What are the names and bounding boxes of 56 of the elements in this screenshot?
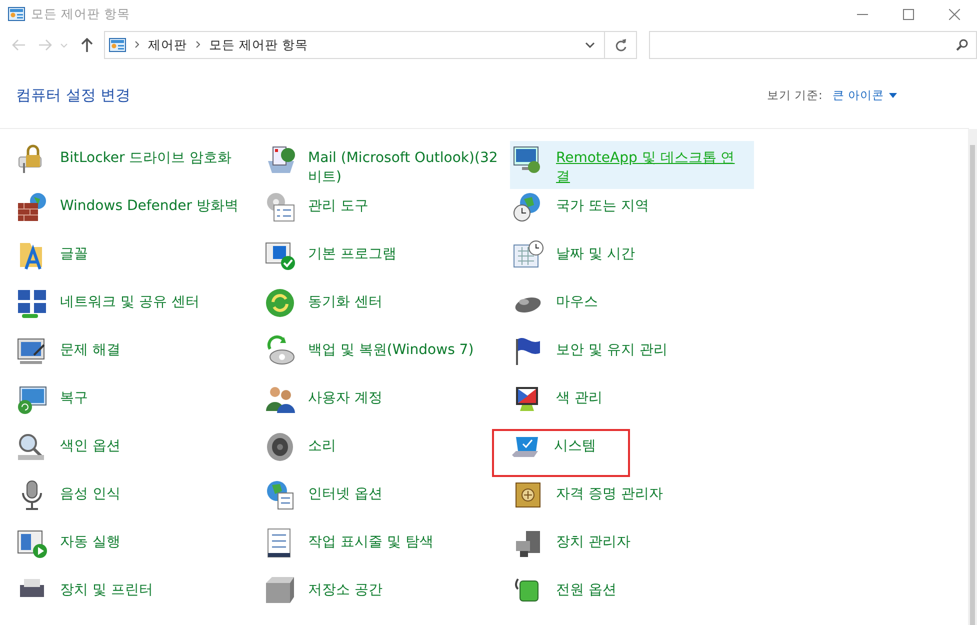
search-icon: [956, 39, 968, 51]
chevron-icon[interactable]: [196, 40, 200, 48]
page-heading: 컴퓨터 설정 변경: [16, 86, 132, 104]
control-panel-item[interactable]: 마우스: [510, 285, 754, 333]
control-panel-item[interactable]: Mail (Microsoft Outlook)(32비트): [262, 141, 506, 189]
tools-icon: [264, 191, 296, 223]
breadcrumb-item[interactable]: 제어판: [148, 36, 187, 54]
control-panel-item[interactable]: 문제 해결: [14, 333, 258, 381]
scrollbar-thumb[interactable]: [970, 145, 975, 625]
control-panel-item[interactable]: 사용자 계정: [262, 381, 506, 429]
control-panel-item[interactable]: 인터넷 옵션: [262, 477, 506, 525]
speaker-icon: [264, 431, 296, 463]
up-arrow-icon[interactable]: [80, 38, 93, 52]
address-bar[interactable]: 제어판 모든 제어판 항목: [104, 31, 606, 59]
firewall-icon: [16, 191, 48, 223]
control-panel-item[interactable]: 색인 옵션: [14, 429, 258, 477]
refresh-button[interactable]: [605, 31, 638, 59]
chevron-icon[interactable]: [134, 40, 139, 48]
control-panel-item[interactable]: 저장소 공간: [262, 573, 506, 621]
control-panel-item[interactable]: 국가 또는 지역: [510, 189, 754, 237]
control-panel-item[interactable]: 네트워크 및 공유 센터: [14, 285, 258, 333]
control-panel-item[interactable]: 보안 및 유지 관리: [510, 333, 754, 381]
window-title: 모든 제어판 항목: [31, 6, 131, 22]
control-panel-item[interactable]: 장치 및 프린터: [14, 573, 258, 621]
control-panel-icon: [108, 38, 126, 52]
maximize-icon[interactable]: [902, 8, 914, 20]
control-panel-item[interactable]: 관리 도구: [262, 189, 506, 237]
control-panel-item[interactable]: 백업 및 복원(Windows 7): [262, 333, 506, 381]
control-panel-item[interactable]: 날짜 및 시간: [510, 237, 754, 285]
internet-options-icon: [264, 479, 296, 511]
control-panel-item[interactable]: Windows Defender 방화벽: [14, 189, 258, 237]
control-panel-item[interactable]: 자동 실행: [14, 525, 258, 573]
view-by-label: 보기 기준:: [766, 88, 822, 102]
network-icon: [16, 287, 48, 319]
sync-icon: [264, 287, 296, 319]
search-field[interactable]: [649, 31, 977, 59]
refresh-icon: [614, 38, 627, 52]
breadcrumb-item[interactable]: 모든 제어판 항목: [208, 36, 308, 54]
control-panel-item[interactable]: 작업 표시줄 및 탐색: [262, 525, 506, 573]
control-panel-item[interactable]: 색 관리: [510, 381, 754, 429]
dropdown-arrow-icon: [889, 92, 897, 98]
control-panel-item[interactable]: 전원 옵션: [510, 573, 754, 621]
control-panel-item[interactable]: 복구: [14, 381, 258, 429]
control-panel-item[interactable]: BitLocker 드라이브 암호화: [14, 141, 258, 189]
scrollbar[interactable]: [968, 129, 977, 625]
control-panel-item[interactable]: RemoteApp 및 데스크톱 연결: [510, 141, 754, 189]
control-panel-item[interactable]: 장치 관리자: [510, 525, 754, 573]
view-by-dropdown[interactable]: 큰 아이콘: [832, 88, 897, 102]
control-panel-item[interactable]: 기본 프로그램: [262, 237, 506, 285]
dropdown-icon[interactable]: [585, 42, 596, 48]
control-panel-item[interactable]: 동기화 센터: [262, 285, 506, 333]
close-icon[interactable]: [948, 8, 960, 20]
control-panel-item[interactable]: 글꼴: [14, 237, 258, 285]
control-panel-icon: [8, 7, 25, 21]
control-panel-item[interactable]: 음성 인식: [14, 477, 258, 525]
control-panel-item[interactable]: 자격 증명 관리자: [510, 477, 754, 525]
